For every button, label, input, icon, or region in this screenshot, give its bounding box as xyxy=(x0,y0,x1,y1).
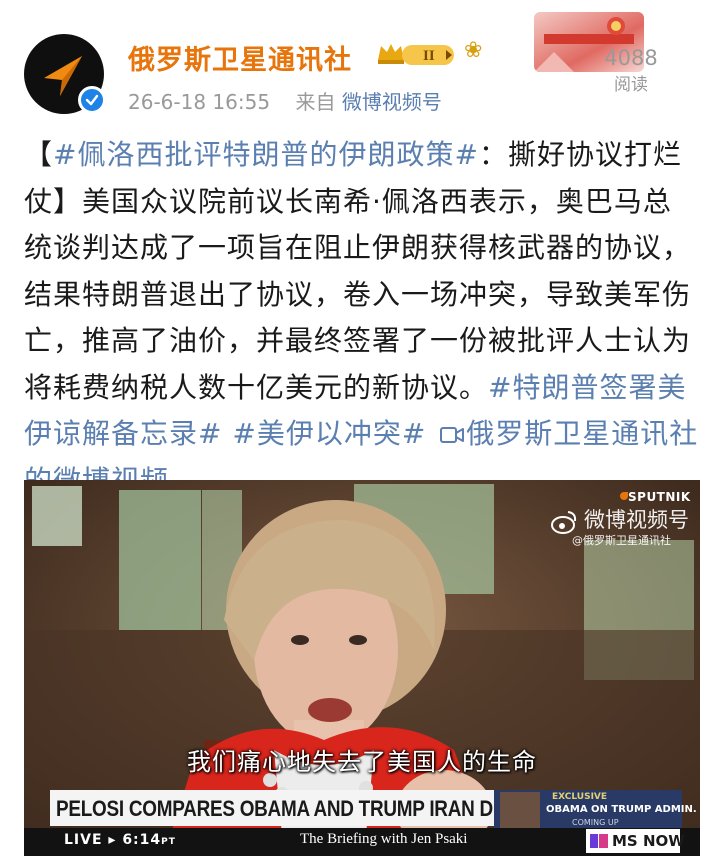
read-label: 阅读 xyxy=(614,75,648,95)
post-timestamp: 26-6-18 16:55 xyxy=(128,90,271,114)
post-source-link[interactable]: 微博视频号 xyxy=(342,90,442,114)
source-prefix: 来自 xyxy=(295,90,336,114)
news-headline: PELOSI COMPARES OBAMA AND TRUMP IRAN DEA… xyxy=(56,796,543,821)
video-subtitle: 我们痛心地失去了美国人的生命 xyxy=(187,748,537,776)
read-count: 4088 xyxy=(604,46,658,70)
coming-up-label: COMING UP xyxy=(572,818,619,827)
network-name: MS NOW xyxy=(612,832,685,850)
post-header: 俄罗斯卫星通讯社 II ❀ 26-6-18 16:55 来自 微博视频号 408… xyxy=(0,0,720,120)
news-lower-third: PELOSI COMPARES OBAMA AND TRUMP IRAN DEA… xyxy=(50,790,543,826)
live-time: 6:14 xyxy=(122,832,162,848)
post-meta: 26-6-18 16:55 来自 微博视频号 xyxy=(128,86,442,115)
video-player[interactable]: SPUTNIK 微博视频号 @俄罗斯卫星通讯社 我们痛心地失去了美国人的生命 P… xyxy=(24,480,700,856)
live-label: LIVE xyxy=(64,832,103,848)
vip-level-text: II xyxy=(423,48,435,64)
vip-level-badge-icon[interactable]: II xyxy=(376,40,460,68)
obama-thumbnail xyxy=(500,792,540,832)
network-logo-icon xyxy=(590,834,608,848)
watermark-handle: @俄罗斯卫星通讯社 xyxy=(572,534,671,547)
play-triangle-icon: ▸ xyxy=(108,832,117,848)
show-name: The Briefing with Jen Psaki xyxy=(300,831,468,847)
hashtag-us-iran-conflict[interactable]: #美伊以冲突# xyxy=(232,417,426,450)
video-camera-icon xyxy=(440,427,465,443)
post-text: 【#佩洛西批评特朗普的伊朗政策#：撕好协议打烂仗】美国众议院前议长南希·佩洛西表… xyxy=(24,132,700,504)
watermark-channel: 微博视频号 xyxy=(584,508,689,532)
live-indicator: LIVE ▸ 6:14PT xyxy=(64,832,176,848)
title-open-bracket: 【 xyxy=(24,138,54,171)
hashtag-pelosi-criticizes[interactable]: #佩洛西批评特朗普的伊朗政策# xyxy=(53,138,479,171)
verified-badge-icon xyxy=(78,86,106,114)
sunflower-icon: ❀ xyxy=(464,38,483,63)
account-name[interactable]: 俄罗斯卫星通讯社 xyxy=(128,38,352,77)
sputnik-mark-icon xyxy=(620,492,628,500)
exclusive-label: EXCLUSIVE xyxy=(552,792,608,802)
live-timezone: PT xyxy=(161,837,176,847)
sputnik-watermark: SPUTNIK xyxy=(628,490,691,504)
coming-up-title: OBAMA ON TRUMP ADMIN. xyxy=(546,804,697,815)
